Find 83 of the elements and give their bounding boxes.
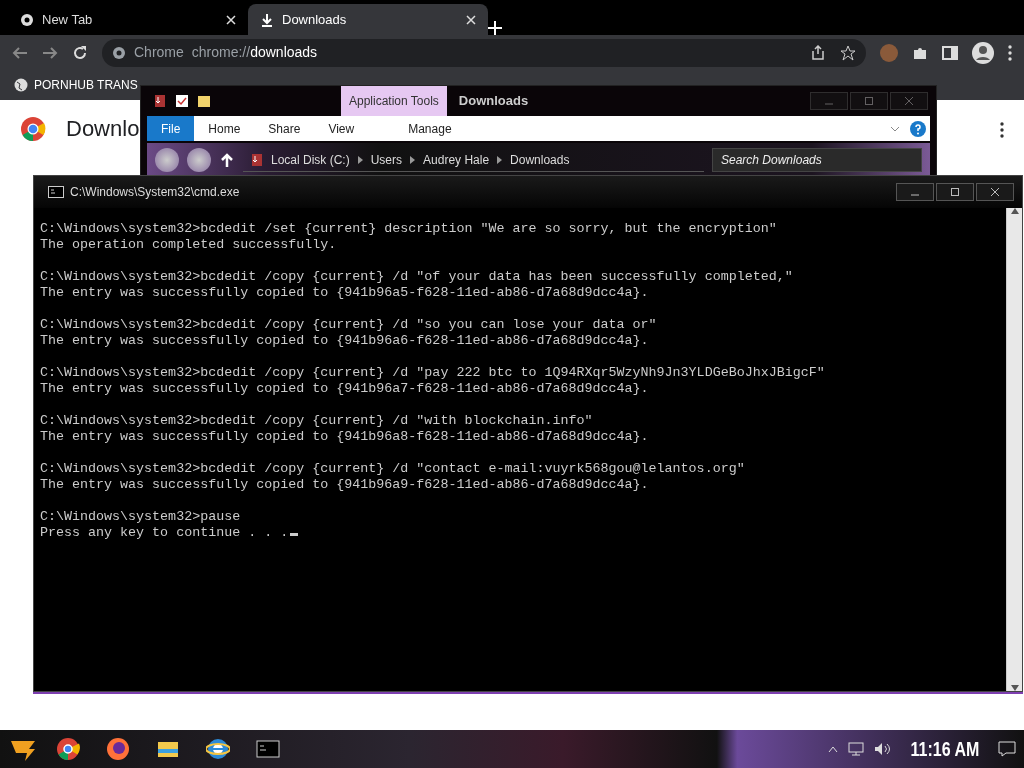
ribbon-tab[interactable]: Share	[254, 116, 315, 141]
globe-icon	[20, 12, 34, 27]
firefox-icon[interactable]	[106, 737, 130, 761]
back-button[interactable]	[155, 148, 179, 172]
speaker-icon[interactable]	[874, 742, 893, 756]
forward-icon[interactable]	[42, 44, 58, 61]
breadcrumb-item[interactable]: Local Disk (C:)	[271, 150, 350, 169]
console-line: C:\Windows\system32>bcdedit /set {current} description "We are so sorry, but the encryption"	[40, 221, 778, 237]
context-tab-label: Application Tools	[341, 86, 447, 116]
breadcrumb-item[interactable]: Audrey Hale	[423, 150, 490, 169]
properties-icon[interactable]	[175, 94, 189, 108]
up-arrow-icon[interactable]	[219, 152, 235, 168]
browser-e-icon[interactable]	[206, 737, 230, 761]
address-bar[interactable]: Chrome chrome://downloads	[102, 38, 866, 67]
window-title: Downloads	[458, 92, 529, 111]
chrome-icon[interactable]	[56, 737, 80, 761]
ribbon-tab[interactable]: Manage	[378, 116, 482, 141]
sidebar-icon[interactable]	[942, 44, 958, 61]
close-icon	[991, 188, 999, 196]
share-icon[interactable]	[810, 44, 826, 61]
console-line: The entry was successfully copied to {941b96a8-f628-11ed-ab86-d7a68d9dcc4a}.	[40, 429, 650, 445]
menu-icon[interactable]	[1008, 44, 1012, 61]
page-title: Downlo	[66, 115, 140, 143]
help-icon[interactable]	[910, 120, 926, 137]
browser-tab[interactable]: Downloads	[248, 4, 488, 35]
ribbon-tab[interactable]: View	[314, 116, 369, 141]
console-line: The entry was successfully copied to {941b96a6-f628-11ed-ab86-d7a68d9dcc4a}.	[40, 333, 650, 349]
network-icon[interactable]	[848, 742, 865, 756]
maximize-button[interactable]	[936, 183, 974, 201]
text-cursor	[290, 533, 299, 536]
search-field[interactable]: Search Downloads	[712, 148, 922, 172]
browser-tab[interactable]: New Tab	[8, 4, 248, 35]
chevron-right-icon	[497, 155, 503, 164]
maximize-icon	[865, 97, 873, 105]
profile-icon[interactable]	[972, 41, 994, 64]
console-icon[interactable]	[256, 737, 280, 761]
console-line: C:\Windows\system32>bcdedit /copy {current} /d "so you can lose your data or"	[40, 317, 658, 333]
reload-icon[interactable]	[72, 44, 88, 61]
breadcrumb-item[interactable]: Downloads	[510, 150, 570, 169]
close-button[interactable]	[976, 183, 1014, 201]
window-title: C:\Windows\System32\cmd.exe	[70, 184, 240, 201]
up-arrow-icon	[1010, 208, 1019, 214]
clock[interactable]: 11:16 AM	[910, 734, 980, 764]
console-line: C:\Windows\system32>bcdedit /copy {current} /d "contact e-mail:vuyrk568gou@lelantos.org"	[40, 461, 746, 477]
maximize-icon	[951, 188, 959, 196]
download-folder-icon	[251, 152, 263, 167]
site-label: Chrome	[134, 43, 184, 62]
chrome-logo-icon	[20, 115, 46, 142]
down-arrow-icon	[1010, 685, 1019, 691]
breadcrumb-item[interactable]: Users	[370, 150, 403, 169]
chevron-right-icon	[357, 155, 363, 164]
scrollbar[interactable]	[1006, 208, 1022, 691]
console-line: The entry was successfully copied to {941b96a9-f628-11ed-ab86-d7a68d9dcc4a}.	[40, 477, 650, 493]
console-line: C:\Windows\system32>bcdedit /copy {current} /d "with blockchain.info"	[40, 413, 594, 429]
close-icon[interactable]	[466, 15, 476, 26]
url-text: chrome://downloads	[191, 43, 318, 62]
plus-icon[interactable]	[488, 21, 502, 35]
address-bar[interactable]: Local Disk (C:) Users Audrey Hale Downloads	[243, 148, 704, 172]
bookmark[interactable]: PORNHUB TRANS	[14, 76, 138, 94]
console-line: C:\Windows\system32>bcdedit /copy {current} /d "pay 222 btc to 1Q94RXqr5WzyNh9Jn3YLDGeBoJhxJBigcF"	[40, 365, 826, 381]
console-line: C:\Windows\system32>pause	[40, 509, 242, 525]
console-line: The entry was successfully copied to {941b96a7-f628-11ed-ab86-d7a68d9dcc4a}.	[40, 381, 650, 397]
chrome-icon	[112, 45, 126, 60]
console-line: Press any key to continue . . .	[40, 525, 1000, 541]
ribbon-tab[interactable]: Home	[194, 116, 255, 141]
console-line: C:\Windows\system32>bcdedit /copy {current} /d "of your data has been successfully completed,"	[40, 269, 794, 285]
close-icon[interactable]	[226, 15, 236, 26]
ribbon-tab[interactable]: File	[147, 116, 195, 141]
star-icon[interactable]	[840, 44, 856, 61]
menu-icon[interactable]	[1000, 122, 1004, 139]
download-icon	[260, 12, 274, 27]
forward-button[interactable]	[187, 148, 211, 172]
console-line: The entry was successfully copied to {941b96a5-f628-11ed-ab86-d7a68d9dcc4a}.	[40, 285, 650, 301]
chevron-right-icon	[410, 155, 416, 164]
console-icon	[48, 186, 64, 198]
download-folder-icon[interactable]	[153, 94, 167, 108]
close-icon	[905, 97, 913, 105]
notification-icon[interactable]	[998, 741, 1016, 757]
globe-icon	[14, 78, 28, 92]
console-line: The operation completed successfully.	[40, 237, 338, 253]
back-icon[interactable]	[12, 44, 28, 61]
chevron-up-icon[interactable]	[828, 745, 839, 753]
folder-icon[interactable]	[197, 94, 211, 108]
